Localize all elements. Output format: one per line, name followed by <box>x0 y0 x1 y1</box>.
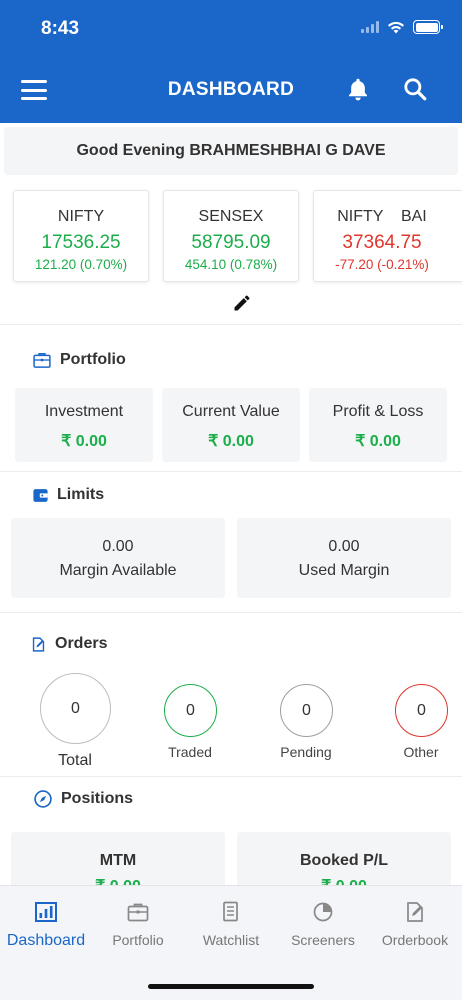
tab-dashboard[interactable]: Dashboard <box>0 900 92 950</box>
portfolio-card-profit-loss[interactable]: Profit & Loss ₹ 0.00 <box>309 388 447 462</box>
tab-label: Portfolio <box>112 932 164 948</box>
cellular-signal-icon <box>361 21 379 33</box>
compass-icon <box>34 790 52 808</box>
positions-card-label: Booked P/L <box>299 852 388 869</box>
home-indicator[interactable] <box>148 984 314 989</box>
edit-pencil-icon[interactable] <box>232 293 252 313</box>
tab-label: Dashboard <box>6 932 86 949</box>
orders-pending-label: Pending <box>280 744 332 760</box>
nav-bar: DASHBOARD <box>0 58 462 123</box>
orders-section-header: Orders <box>30 635 107 653</box>
order-count: 0 <box>417 701 426 719</box>
section-title: Orders <box>55 635 108 652</box>
pie-chart-icon <box>313 902 333 922</box>
portfolio-section-header: Portfolio <box>32 350 126 370</box>
orders-other-circle[interactable]: 0 <box>395 684 448 737</box>
tab-label: Screeners <box>291 932 355 948</box>
briefcase-icon <box>33 353 51 368</box>
list-document-icon <box>223 901 238 922</box>
tab-screeners[interactable]: Screeners <box>277 900 369 948</box>
section-divider <box>0 612 462 613</box>
bar-chart-icon <box>35 902 57 922</box>
orders-pending-circle[interactable]: 0 <box>280 684 333 737</box>
bottom-tab-bar: Dashboard Portfolio Watchlist Screeners <box>0 885 462 1000</box>
limits-card-value: 0.00 <box>102 538 134 555</box>
portfolio-card-label: Profit & Loss <box>332 403 424 420</box>
positions-card-mtm[interactable]: MTM ₹ 0.00 <box>11 832 225 892</box>
portfolio-card-current-value[interactable]: Current Value ₹ 0.00 <box>162 388 300 462</box>
search-icon[interactable] <box>402 76 428 102</box>
limits-card-margin-available[interactable]: 0.00 Margin Available <box>11 518 225 598</box>
order-count: 0 <box>186 701 195 719</box>
section-divider <box>0 776 462 777</box>
limits-card-label: Used Margin <box>298 562 390 579</box>
section-divider <box>0 324 462 325</box>
index-name: SENSEX <box>198 208 264 225</box>
index-change: 454.10 (0.78%) <box>184 257 278 272</box>
market-indices-carousel[interactable]: NIFTY 17536.25 121.20 (0.70%) SENSEX 587… <box>0 186 462 286</box>
orders-other-label: Other <box>403 744 439 760</box>
status-icons <box>361 20 443 34</box>
edit-document-icon <box>32 636 45 652</box>
section-title: Positions <box>61 790 134 807</box>
section-title: Limits <box>57 486 105 503</box>
battery-icon <box>413 20 443 34</box>
orders-total-label: Total <box>58 752 92 769</box>
tab-watchlist[interactable]: Watchlist <box>185 900 277 948</box>
index-change: 121.20 (0.70%) <box>34 257 128 272</box>
index-value: 58795.09 <box>191 232 271 253</box>
briefcase-icon <box>127 903 149 922</box>
portfolio-card-value: ₹ 0.00 <box>355 433 401 450</box>
notification-bell-icon[interactable] <box>345 76 371 102</box>
tab-portfolio[interactable]: Portfolio <box>92 900 184 948</box>
wallet-icon <box>33 488 48 502</box>
limits-card-value: 0.00 <box>328 538 360 555</box>
portfolio-card-label: Investment <box>44 403 124 420</box>
page-title: DASHBOARD <box>167 79 295 100</box>
portfolio-card-value: ₹ 0.00 <box>61 433 107 450</box>
order-count: 0 <box>302 701 311 719</box>
index-card-sensex[interactable]: SENSEX 58795.09 454.10 (0.78%) <box>163 190 299 282</box>
app-header: 8:43 DASHBOARD <box>0 0 462 123</box>
positions-card-label: MTM <box>99 852 137 869</box>
portfolio-card-investment[interactable]: Investment ₹ 0.00 <box>15 388 153 462</box>
limits-card-label: Margin Available <box>59 562 177 579</box>
orders-traded-label: Traded <box>168 744 212 760</box>
portfolio-card-value: ₹ 0.00 <box>208 433 254 450</box>
limits-section-header: Limits <box>32 486 104 504</box>
index-name: NIFTY BAI <box>337 208 427 225</box>
index-card-nifty[interactable]: NIFTY 17536.25 121.20 (0.70%) <box>13 190 149 282</box>
tab-orderbook[interactable]: Orderbook <box>369 900 461 948</box>
limits-card-used-margin[interactable]: 0.00 Used Margin <box>237 518 451 598</box>
greeting-banner: Good Evening BRAHMESHBHAI G DAVE <box>4 127 458 175</box>
wifi-icon <box>388 21 404 34</box>
index-change: -77.20 (-0.21%) <box>335 257 429 272</box>
index-value: 37364.75 <box>342 232 422 253</box>
orders-traded-circle[interactable]: 0 <box>164 684 217 737</box>
index-name: NIFTY <box>57 208 105 225</box>
positions-card-booked-pl[interactable]: Booked P/L ₹ 0.00 <box>237 832 451 892</box>
positions-section-header: Positions <box>33 789 133 809</box>
index-value: 17536.25 <box>41 232 121 253</box>
status-bar: 8:43 <box>0 0 462 58</box>
tab-label: Watchlist <box>202 932 260 948</box>
section-title: Portfolio <box>60 351 126 368</box>
portfolio-card-label: Current Value <box>182 403 280 420</box>
orders-total-circle[interactable]: 0 <box>40 673 111 744</box>
index-card-nifty-bank[interactable]: NIFTY BAI 37364.75 -77.20 (-0.21%) <box>313 190 462 282</box>
edit-document-icon <box>407 902 423 922</box>
status-time: 8:43 <box>41 18 80 39</box>
tab-label: Orderbook <box>381 932 449 948</box>
order-count: 0 <box>71 699 80 717</box>
section-divider <box>0 471 462 472</box>
